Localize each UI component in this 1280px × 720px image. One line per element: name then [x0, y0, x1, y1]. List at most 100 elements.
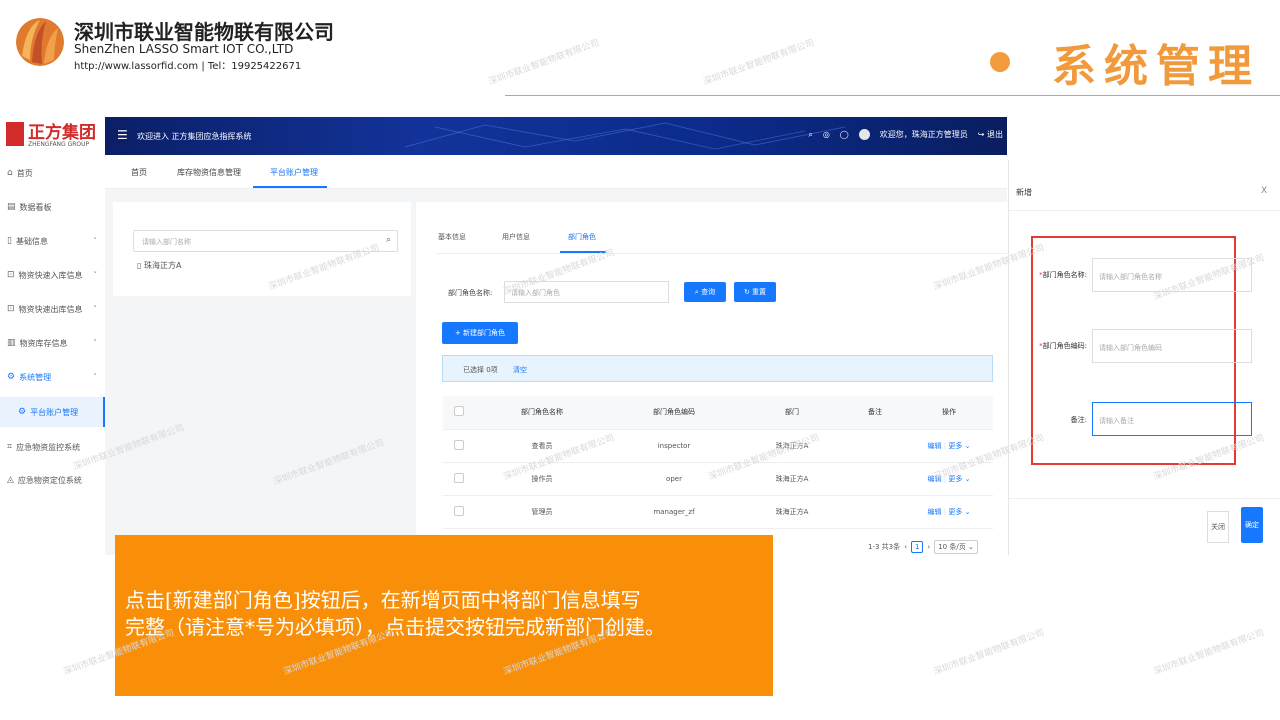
- tab-user-info[interactable]: 用户信息: [502, 232, 530, 242]
- company-name-en: ShenZhen LASSO Smart IOT CO.,LTD: [74, 42, 294, 56]
- pagination-summary: 1-3 共3条: [868, 543, 901, 551]
- sidebar-item-label: 物资快速出库信息: [18, 304, 83, 314]
- tree-node-label: 珠海正方A: [143, 261, 182, 270]
- page-size-select[interactable]: 10 条/页 ⌄: [934, 540, 978, 554]
- sidebar-item[interactable]: ⚙ 平台账户管理: [0, 397, 105, 427]
- page-number[interactable]: 1: [910, 541, 924, 553]
- close-icon[interactable]: X: [1261, 186, 1267, 196]
- more-label: 更多: [948, 507, 963, 516]
- tab-department-roles[interactable]: 部门角色: [568, 232, 596, 242]
- row-checkbox[interactable]: [454, 472, 464, 483]
- slide-title: 系统管理: [1052, 41, 1260, 92]
- prev-page-icon[interactable]: ‹: [904, 543, 907, 551]
- department-cell: 珠海正方A: [739, 495, 845, 529]
- dialog-divider: [1009, 498, 1280, 499]
- role-name-field[interactable]: 请输入部门角色名称: [1092, 258, 1252, 292]
- department-cell: 珠海正方A: [739, 429, 845, 463]
- avatar[interactable]: [858, 129, 870, 140]
- more-label: 更多: [948, 474, 963, 483]
- sidebar-item-label: 物资库存信息: [19, 338, 68, 348]
- ok-button[interactable]: 确定: [1241, 507, 1263, 543]
- menu-toggle-icon[interactable]: ☰: [117, 128, 128, 142]
- table-header-row: 部门角色名称 部门角色编码 部门 备注 操作: [443, 396, 993, 430]
- watermark: 深圳市联业智能物联有限公司: [487, 38, 601, 88]
- tree-node[interactable]: ▯ 珠海正方A: [137, 260, 181, 271]
- row-checkbox[interactable]: [454, 505, 464, 516]
- field-label-text: 部门角色名称: [1042, 271, 1085, 279]
- instruction-callout: 点击[新建部门角色]按钮后，在新增页面中将部门信息填写 完整（请注意*号为必填项…: [115, 535, 773, 696]
- role-name-input[interactable]: 请输入部门角色: [504, 281, 669, 303]
- actions-cell: 编辑 | 更多 ⌄: [905, 429, 993, 463]
- chevron-down-icon: ⌄: [962, 474, 971, 483]
- new-role-button[interactable]: + 新建部门角色: [442, 322, 518, 344]
- home-icon: ⌂: [7, 168, 13, 178]
- role-name-cell: 管理员: [475, 495, 609, 529]
- topbar-actions: ⌕ ◎ ◯ 欢迎您，珠海正方管理员 ↪ 退出: [808, 129, 1003, 140]
- sidebar-item-label: 基础信息: [15, 236, 48, 246]
- chevron-down-icon: ˅: [93, 305, 98, 313]
- sidebar-item-label: 应急物资定位系统: [17, 475, 82, 485]
- logout-button[interactable]: ↪ 退出: [978, 129, 1003, 140]
- reset-button[interactable]: ↻ 重置: [734, 282, 776, 302]
- bell-icon[interactable]: ◯: [840, 130, 849, 139]
- search-icon[interactable]: ⌕: [808, 130, 812, 140]
- search-icon[interactable]: ⌕: [386, 235, 391, 245]
- sidebar-item[interactable]: ⊡ 物资快速出库信息 ˅: [0, 294, 105, 324]
- sidebar-item[interactable]: ▤ 数据看板: [0, 192, 105, 222]
- table-row: 操作员 oper 珠海正方A 编辑 | 更多 ⌄: [443, 462, 993, 496]
- greeting-text: 欢迎您，珠海正方管理员: [879, 130, 968, 139]
- edit-link[interactable]: 编辑: [928, 475, 942, 483]
- sidebar-item[interactable]: ⌂ 首页: [0, 158, 105, 188]
- help-icon[interactable]: ◎: [823, 130, 830, 139]
- new-role-dialog: 新增 X *部门角色名称: 请输入部门角色名称 *部门角色编码: 请输入部门角色…: [1008, 160, 1280, 555]
- remark-cell: [845, 462, 905, 496]
- more-dropdown[interactable]: 更多 ⌄: [948, 442, 970, 450]
- sidebar-item[interactable]: ⊡ 物资快速入库信息 ˅: [0, 260, 105, 290]
- company-logo: [16, 18, 64, 66]
- select-all-checkbox[interactable]: [454, 406, 464, 417]
- tabs-divider: [436, 253, 1008, 254]
- next-page-icon[interactable]: ›: [927, 543, 930, 551]
- more-dropdown[interactable]: 更多 ⌄: [948, 508, 970, 516]
- more-dropdown[interactable]: 更多 ⌄: [948, 475, 970, 483]
- location-icon: ◬: [7, 475, 14, 485]
- chevron-up-icon: ˄: [93, 373, 98, 381]
- sidebar-item[interactable]: ▥ 物资库存信息 ˅: [0, 328, 105, 358]
- actions-cell: 编辑 | 更多 ⌄: [905, 495, 993, 529]
- clear-selection-link[interactable]: 清空: [513, 365, 527, 375]
- role-code-field[interactable]: 请输入部门角色编码: [1092, 329, 1252, 363]
- row-checkbox[interactable]: [454, 439, 464, 450]
- search-button[interactable]: ⌕ 查询: [684, 282, 726, 302]
- field-label-remark: 备注:: [1070, 416, 1087, 424]
- edit-link[interactable]: 编辑: [928, 442, 942, 450]
- remark-field[interactable]: 请输入备注: [1092, 402, 1252, 436]
- sidebar-item[interactable]: ▯ 基础信息 ˅: [0, 226, 105, 256]
- cancel-button[interactable]: 关闭: [1207, 511, 1229, 543]
- tab-basic-info[interactable]: 基本信息: [438, 232, 466, 242]
- chevron-down-icon: ⌄: [962, 441, 971, 450]
- edit-link[interactable]: 编辑: [928, 508, 942, 516]
- field-label-text: 备注: [1070, 416, 1085, 424]
- dialog-divider: [1009, 210, 1280, 211]
- tab-platform-account[interactable]: 平台账户管理: [270, 167, 318, 178]
- column-header: 部门角色编码: [609, 396, 739, 430]
- file-icon: ▯: [137, 261, 142, 270]
- column-header: 操作: [905, 396, 993, 430]
- sidebar-item[interactable]: ◬ 应急物资定位系统: [0, 465, 105, 495]
- sidebar-item[interactable]: ⌗ 应急物资监控系统: [0, 432, 105, 462]
- tab-home[interactable]: 首页: [131, 167, 147, 178]
- chevron-down-icon: ˅: [93, 237, 98, 245]
- tab-inventory[interactable]: 库存物资信息管理: [177, 167, 241, 178]
- role-name-cell: 操作员: [475, 462, 609, 496]
- tab-active-indicator: [253, 186, 327, 188]
- brand-logo-icon: [6, 122, 24, 146]
- department-search-input[interactable]: 请输入部门名称 ⌕: [133, 230, 398, 252]
- table-row: 管理员 manager_zf 珠海正方A 编辑 | 更多 ⌄: [443, 495, 993, 529]
- remark-cell: [845, 429, 905, 463]
- sidebar-item-label: 系统管理: [19, 372, 52, 382]
- inbound-icon: ⊡: [7, 270, 15, 280]
- sidebar-item[interactable]: ⚙ 系统管理 ˄: [0, 362, 105, 392]
- department-search-placeholder: 请输入部门名称: [142, 238, 191, 246]
- roles-table-body: 查看员 inspector 珠海正方A 编辑 | 更多 ⌄ 操作员 oper 珠海正方A 编辑…: [443, 429, 993, 529]
- field-label-text: 部门角色编码: [1042, 342, 1085, 350]
